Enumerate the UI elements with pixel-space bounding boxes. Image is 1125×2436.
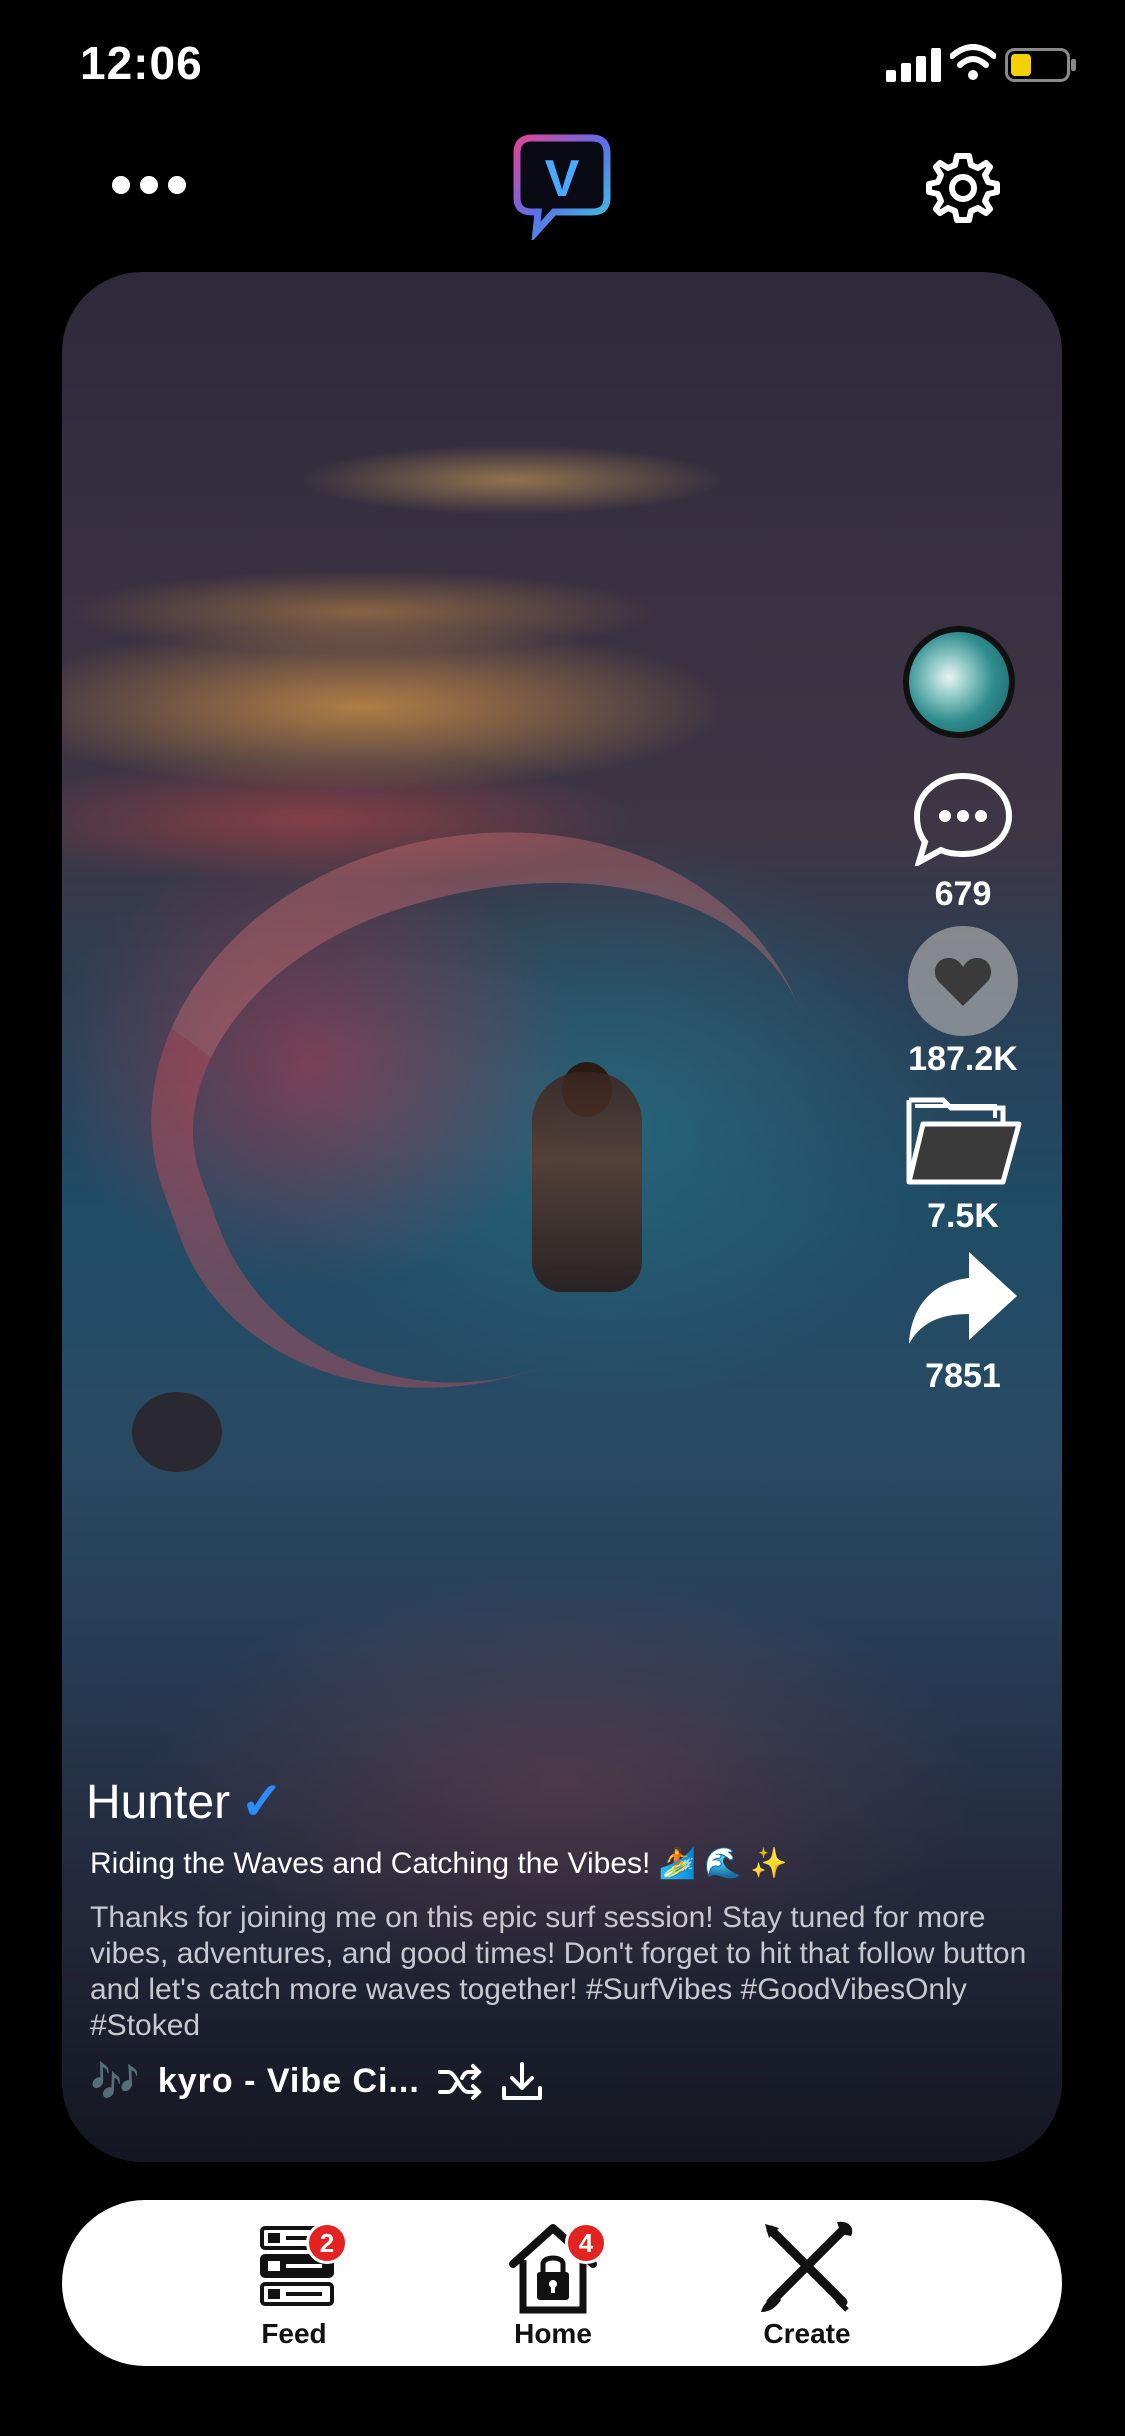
video-swimmer (132, 1392, 222, 1472)
feed-badge: 2 (306, 2222, 348, 2264)
like-circle (908, 926, 1018, 1036)
status-time: 12:06 (80, 37, 203, 89)
like-count: 187.2K (908, 1040, 1018, 1078)
music-title[interactable]: kyro - Vibe Ci... (158, 2062, 420, 2101)
share-arrow-icon (909, 1252, 1017, 1344)
home-badge: 4 (565, 2222, 607, 2264)
cellular-signal-icon (886, 48, 941, 82)
home-lock-icon: 4 (503, 2220, 607, 2316)
download-icon[interactable] (500, 2061, 544, 2102)
tab-create[interactable]: Create (727, 2220, 887, 2350)
post-title: Riding the Waves and Catching the Vibes!… (90, 1847, 788, 1880)
video-wave (79, 735, 885, 1469)
tab-home[interactable]: 4 Home (473, 2220, 633, 2350)
post-description[interactable]: Thanks for joining me on this epic surf … (90, 1900, 1030, 2044)
like-button[interactable]: 187.2K (893, 926, 1033, 1079)
save-button[interactable]: 7.5K (893, 1094, 1033, 1236)
comment-icon (913, 772, 1013, 869)
video-surfer (532, 1072, 642, 1292)
creator-name-row[interactable]: Hunter ✓ (86, 1772, 284, 1832)
bottom-tab-bar: 2 Feed 4 Home Create (62, 2200, 1062, 2366)
music-note-icon: 🎶 (90, 2060, 140, 2104)
shuffle-icon[interactable] (437, 2062, 482, 2102)
pen-brush-icon (757, 2220, 857, 2316)
save-count: 7.5K (927, 1197, 999, 1235)
comment-count: 679 (934, 875, 992, 913)
app-logo-icon: V (513, 134, 611, 240)
more-options-button[interactable] (112, 170, 188, 200)
music-row[interactable]: 🎶 kyro - Vibe Ci... (90, 2058, 544, 2105)
tab-feed-label: Feed (261, 2318, 327, 2349)
folder-icon (906, 1097, 1022, 1185)
battery-low-icon (1005, 48, 1076, 82)
gear-icon[interactable] (925, 150, 1001, 226)
tab-create-label: Create (763, 2318, 851, 2349)
logo-letter: V (545, 150, 580, 208)
heart-icon (934, 958, 992, 1006)
tab-home-label: Home (514, 2318, 592, 2349)
share-count: 7851 (925, 1357, 1001, 1395)
more-icon (112, 176, 130, 194)
creator-avatar[interactable] (903, 626, 1015, 738)
verified-check-icon: ✓ (240, 1773, 284, 1831)
feed-icon: 2 (244, 2220, 348, 2316)
status-bar: 12:06 (0, 0, 1125, 130)
creator-username[interactable]: Hunter (86, 1775, 230, 1830)
wifi-icon (950, 44, 996, 80)
share-button[interactable]: 7851 (893, 1248, 1033, 1396)
comment-button[interactable]: 679 (893, 770, 1033, 914)
tab-feed[interactable]: 2 Feed (214, 2220, 374, 2350)
